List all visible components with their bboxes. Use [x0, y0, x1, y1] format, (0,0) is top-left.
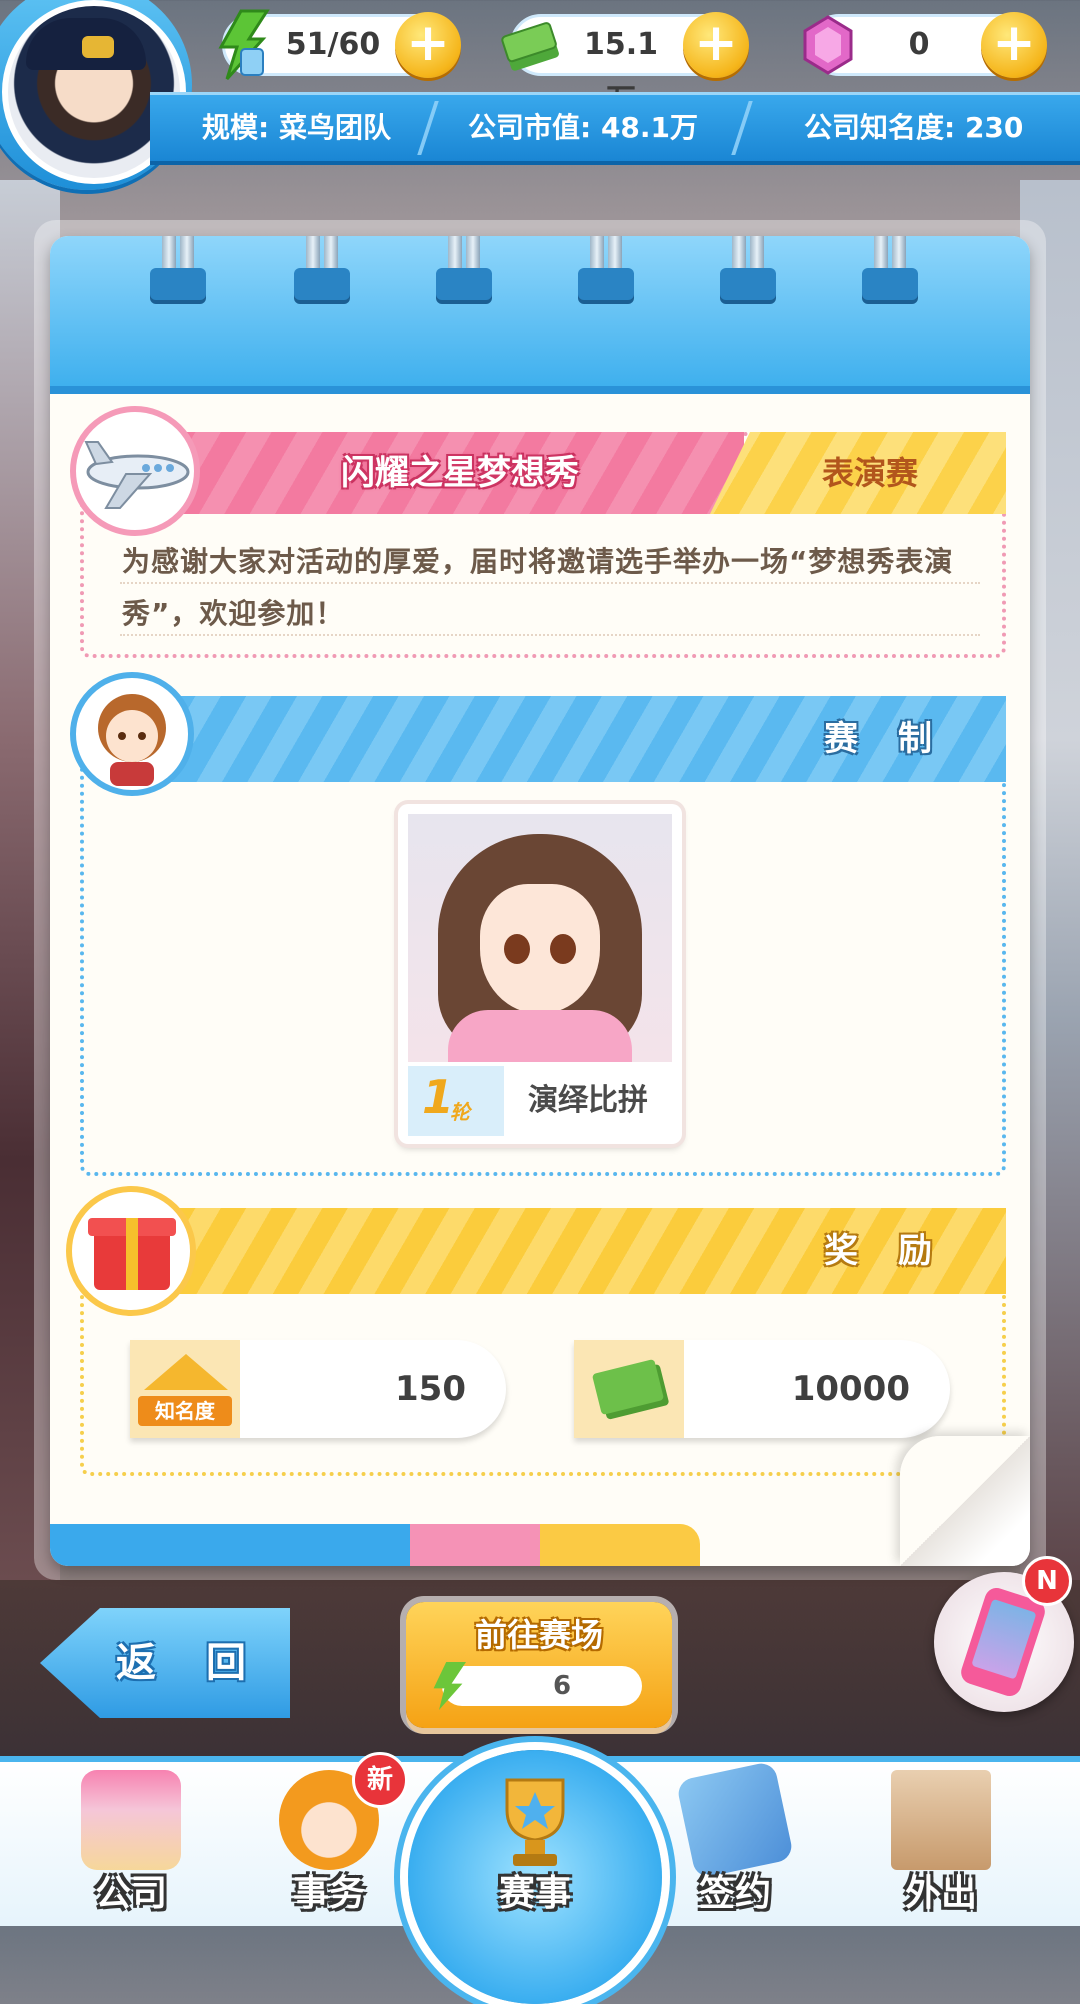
building-icon — [81, 1770, 181, 1870]
energy-bolt-icon — [218, 9, 270, 81]
company-stats-bar: 规模: 菜鸟团队 公司市值: 48.1万 公司知名度: 230 — [150, 92, 1080, 161]
top-hud: 51/60 + 15.1万 + 0 + 规模: 菜鸟团队 公司市值: 48.1万… — [0, 0, 1080, 190]
company-market-value: 公司市值: 48.1万 — [468, 111, 699, 144]
add-energy-button[interactable]: + — [395, 12, 461, 78]
round-card-footer: 1 轮 演绎比拼 — [408, 1066, 672, 1136]
nav-label-events: 赛事 — [498, 1873, 571, 1914]
airplane-icon — [70, 406, 200, 536]
phone-notification-badge: N — [1022, 1556, 1072, 1606]
format-heading: 赛 制 — [824, 719, 946, 759]
page-curl — [900, 1436, 1030, 1566]
format-banner: 赛 制 — [170, 696, 1006, 782]
fame-icon-label: 知名度 — [138, 1396, 232, 1426]
event-title: 闪耀之星梦想秀 — [341, 453, 579, 493]
round-suffix: 轮 — [450, 1100, 470, 1124]
event-notebook-panel: 闪耀之星梦想秀 表演赛 为感谢大家对活动的厚爱，届时将邀请选手举办一场“梦想秀表… — [50, 236, 1030, 1566]
round-card[interactable]: 1 轮 演绎比拼 — [398, 804, 682, 1144]
gem-value: 0 — [908, 27, 930, 62]
energy-cost-value: 6 — [552, 1671, 572, 1701]
notebook-header — [50, 236, 1030, 394]
round-label: 演绎比拼 — [528, 1083, 648, 1118]
captain-hat-icon — [26, 18, 146, 70]
energy-counter: 51/60 + — [218, 9, 461, 81]
binder-ring — [578, 236, 634, 316]
go-to-arena-button[interactable]: 前往赛场 6 — [406, 1602, 672, 1728]
binder-ring — [436, 236, 492, 316]
go-to-arena-label: 前往赛场 — [474, 1616, 603, 1654]
nav-item-contract[interactable]: 签约 — [660, 1760, 810, 1920]
binder-ring — [150, 236, 206, 316]
nav-item-company[interactable]: 公司 — [56, 1760, 206, 1920]
back-button[interactable]: 返 回 — [40, 1608, 290, 1718]
event-type: 表演赛 — [821, 454, 918, 492]
add-money-button[interactable]: + — [683, 12, 749, 78]
add-gems-button[interactable]: + — [981, 12, 1047, 78]
door-icon — [891, 1770, 991, 1870]
nav-label-outing: 外出 — [904, 1873, 977, 1914]
gem-counter: 0 + — [803, 12, 1047, 78]
trophy-icon — [505, 1778, 565, 1866]
reward-fame-value: 150 — [395, 1369, 466, 1409]
binder-ring — [294, 236, 350, 316]
nav-item-outing[interactable]: 外出 — [866, 1760, 1016, 1920]
company-fame: 公司知名度: 230 — [804, 111, 1024, 144]
nav-label-contract: 签约 — [698, 1873, 771, 1914]
divider — [731, 101, 771, 155]
company-scale: 规模: 菜鸟团队 — [202, 111, 391, 144]
nav-label-affairs: 事务 — [292, 1873, 365, 1914]
notebook-tabs — [50, 1524, 1030, 1566]
binder-ring — [862, 236, 918, 316]
divider — [417, 101, 457, 155]
reward-fame: 知名度 150 — [130, 1340, 506, 1438]
rewards-banner: 奖 励 — [170, 1208, 1006, 1294]
cash-stack-icon — [501, 22, 559, 71]
nav-label-company: 公司 — [94, 1873, 167, 1914]
energy-value: 51/60 — [285, 27, 381, 62]
rewards-heading: 奖 励 — [824, 1231, 946, 1271]
new-badge: 新 — [352, 1752, 408, 1808]
back-button-label: 返 回 — [116, 1640, 264, 1686]
reward-cash-value: 10000 — [791, 1369, 910, 1409]
round-number-badge: 1 轮 — [408, 1066, 504, 1136]
contract-icon — [675, 1760, 795, 1880]
energy-cost-pill: 6 — [442, 1666, 642, 1706]
chibi-boy-icon — [70, 672, 194, 796]
fame-icon: 知名度 — [130, 1340, 240, 1438]
tab-yellow — [540, 1524, 700, 1566]
cash-icon — [574, 1340, 684, 1438]
contestant-portrait — [408, 814, 672, 1062]
tab-blue — [50, 1524, 470, 1566]
reward-cash: 10000 — [574, 1340, 950, 1438]
money-counter: 15.1万 + — [501, 12, 749, 118]
event-description: 为感谢大家对活动的厚爱，届时将邀请选手举办一场“梦想秀表演秀”，欢迎参加！ — [122, 545, 954, 630]
gift-box-icon — [66, 1186, 196, 1316]
gem-icon — [803, 15, 853, 75]
nav-item-events[interactable]: 赛事 — [460, 1760, 610, 1920]
binder-ring — [720, 236, 776, 316]
